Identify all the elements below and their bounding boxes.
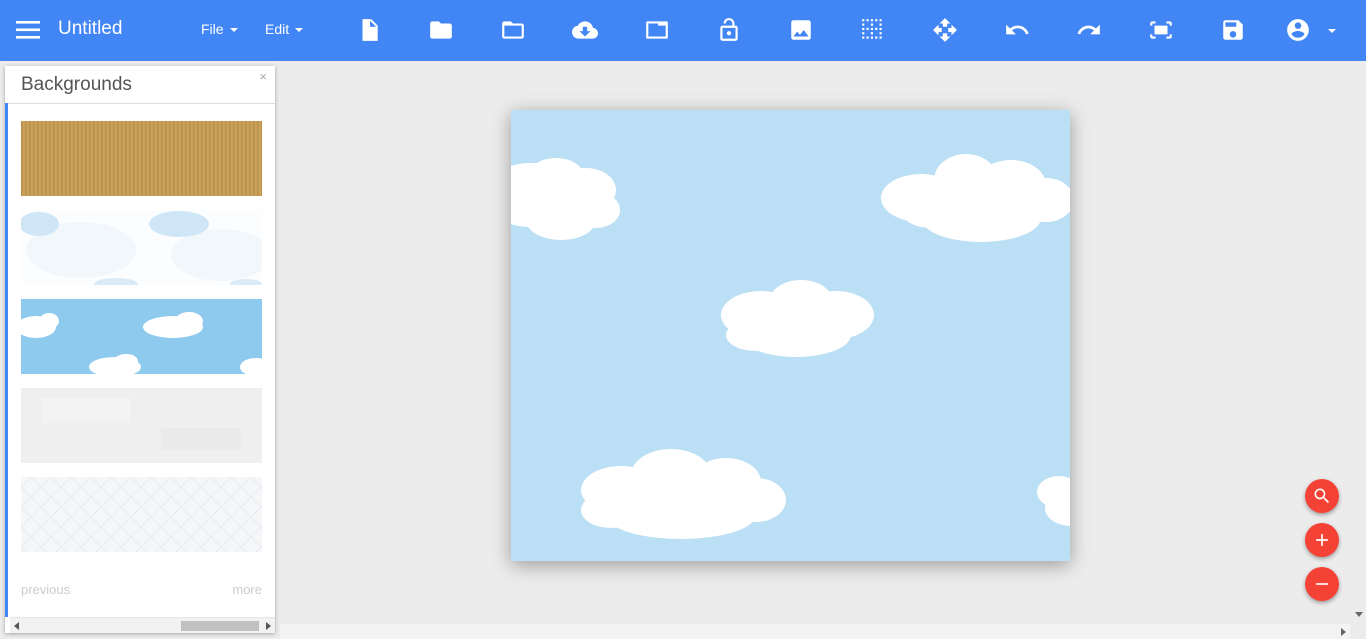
account-icon[interactable] (1281, 13, 1315, 47)
panel-accent-bar (5, 103, 8, 617)
open-folder-icon[interactable] (496, 13, 530, 47)
window-icon[interactable] (640, 13, 674, 47)
hamburger-menu-icon[interactable] (12, 16, 46, 44)
image-icon[interactable] (784, 13, 818, 47)
caret-down-icon (229, 28, 238, 32)
unlock-icon[interactable] (712, 13, 746, 47)
edit-menu-label: Edit (265, 21, 290, 37)
file-menu-label: File (201, 21, 224, 37)
scroll-right-icon[interactable] (266, 622, 271, 630)
zoom-search-button[interactable] (1305, 479, 1339, 513)
new-file-icon[interactable] (352, 13, 386, 47)
account-caret-icon[interactable] (1328, 29, 1336, 33)
app-bar: Untitled File Edit (0, 0, 1366, 61)
previous-link[interactable]: previous (21, 582, 70, 597)
zoom-in-icon (1316, 534, 1328, 546)
canvas-horizontal-scrollbar[interactable] (280, 624, 1350, 639)
close-icon[interactable]: × (259, 69, 267, 84)
fit-screen-icon[interactable] (1144, 13, 1178, 47)
background-thumbnail-cardboard[interactable] (21, 121, 262, 196)
background-thumbnail-light-clouds[interactable] (21, 210, 262, 285)
document-title[interactable]: Untitled (58, 18, 122, 40)
background-thumbnail-blue-sky[interactable] (21, 299, 262, 374)
scroll-left-icon[interactable] (14, 622, 19, 630)
scroll-down-icon[interactable] (1355, 612, 1363, 617)
more-link[interactable]: more (232, 582, 262, 597)
zoom-icon (1314, 488, 1330, 504)
save-icon[interactable] (1216, 13, 1250, 47)
backgrounds-panel: Backgrounds × previous more (5, 66, 275, 633)
background-thumbnail-gray-paper[interactable] (21, 388, 262, 463)
panel-horizontal-scrollbar[interactable] (10, 617, 275, 633)
scroll-right-icon[interactable] (1341, 628, 1346, 636)
panel-divider (5, 103, 275, 104)
scrollbar-thumb[interactable] (181, 621, 259, 631)
design-canvas[interactable] (511, 110, 1070, 561)
zoom-out-button[interactable] (1305, 567, 1339, 601)
zoom-out-icon (1316, 583, 1328, 585)
background-thumbnail-subtle-pattern[interactable] (21, 477, 262, 552)
zoom-in-button[interactable] (1305, 523, 1339, 557)
panel-title: Backgrounds (21, 74, 132, 95)
undo-icon[interactable] (1000, 13, 1034, 47)
sky-clouds-background (511, 110, 1070, 561)
redo-icon[interactable] (1072, 13, 1106, 47)
file-menu[interactable]: File (201, 21, 238, 37)
grid-icon[interactable] (856, 13, 890, 47)
cloud-download-icon[interactable] (568, 13, 602, 47)
move-icon[interactable] (928, 13, 962, 47)
caret-down-icon (295, 28, 304, 32)
edit-menu[interactable]: Edit (265, 21, 304, 37)
folder-icon[interactable] (424, 13, 458, 47)
